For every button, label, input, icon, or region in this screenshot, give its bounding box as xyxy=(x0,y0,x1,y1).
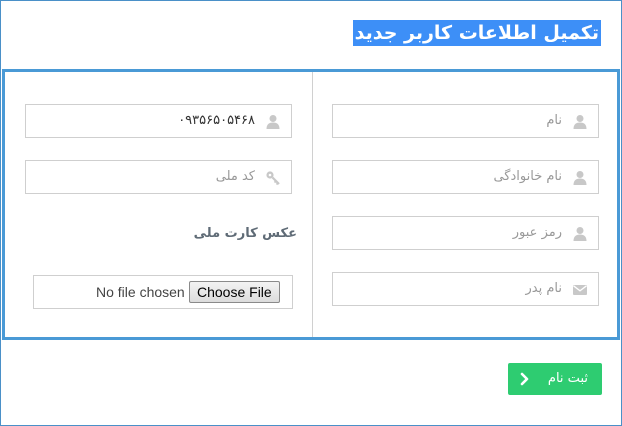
user-icon xyxy=(573,227,587,241)
national-code-field[interactable]: کد ملی xyxy=(25,160,292,194)
key-icon xyxy=(266,171,280,186)
form-panel: نام نام خانوادگی رمز عبور نام پدر ۰۹۳۵۶۵… xyxy=(2,69,620,340)
column-divider xyxy=(312,72,313,337)
envelope-icon xyxy=(573,285,587,295)
phone-field[interactable]: ۰۹۳۵۶۵۰۵۴۶۸ xyxy=(25,104,292,138)
phone-value: ۰۹۳۵۶۵۰۵۴۶۸ xyxy=(178,113,255,128)
father-name-placeholder: نام پدر xyxy=(525,281,562,296)
page-frame: تکمیل اطلاعات کاربر جدید نام نام خانوادگ… xyxy=(0,0,622,426)
user-icon xyxy=(266,115,280,129)
first-name-field[interactable]: نام xyxy=(332,104,599,138)
page-title: تکمیل اطلاعات کاربر جدید xyxy=(352,20,601,46)
submit-button[interactable]: ثبت نام xyxy=(508,363,602,395)
user-icon xyxy=(573,171,587,185)
first-name-placeholder: نام xyxy=(546,113,562,128)
file-status: No file chosen xyxy=(96,284,185,300)
chevron-left-icon xyxy=(520,372,529,386)
user-icon xyxy=(573,115,587,129)
choose-file-button[interactable]: Choose File xyxy=(189,281,280,303)
id-card-label: عکس کارت ملی xyxy=(193,226,297,241)
password-placeholder: رمز عبور xyxy=(512,225,562,240)
id-card-file-input[interactable]: No file chosen Choose File xyxy=(33,275,293,309)
father-name-field[interactable]: نام پدر xyxy=(332,272,599,306)
national-code-placeholder: کد ملی xyxy=(215,169,255,184)
last-name-placeholder: نام خانوادگی xyxy=(493,169,562,184)
last-name-field[interactable]: نام خانوادگی xyxy=(332,160,599,194)
submit-label: ثبت نام xyxy=(547,371,588,386)
page-header: تکمیل اطلاعات کاربر جدید xyxy=(1,1,621,69)
password-field[interactable]: رمز عبور xyxy=(332,216,599,250)
